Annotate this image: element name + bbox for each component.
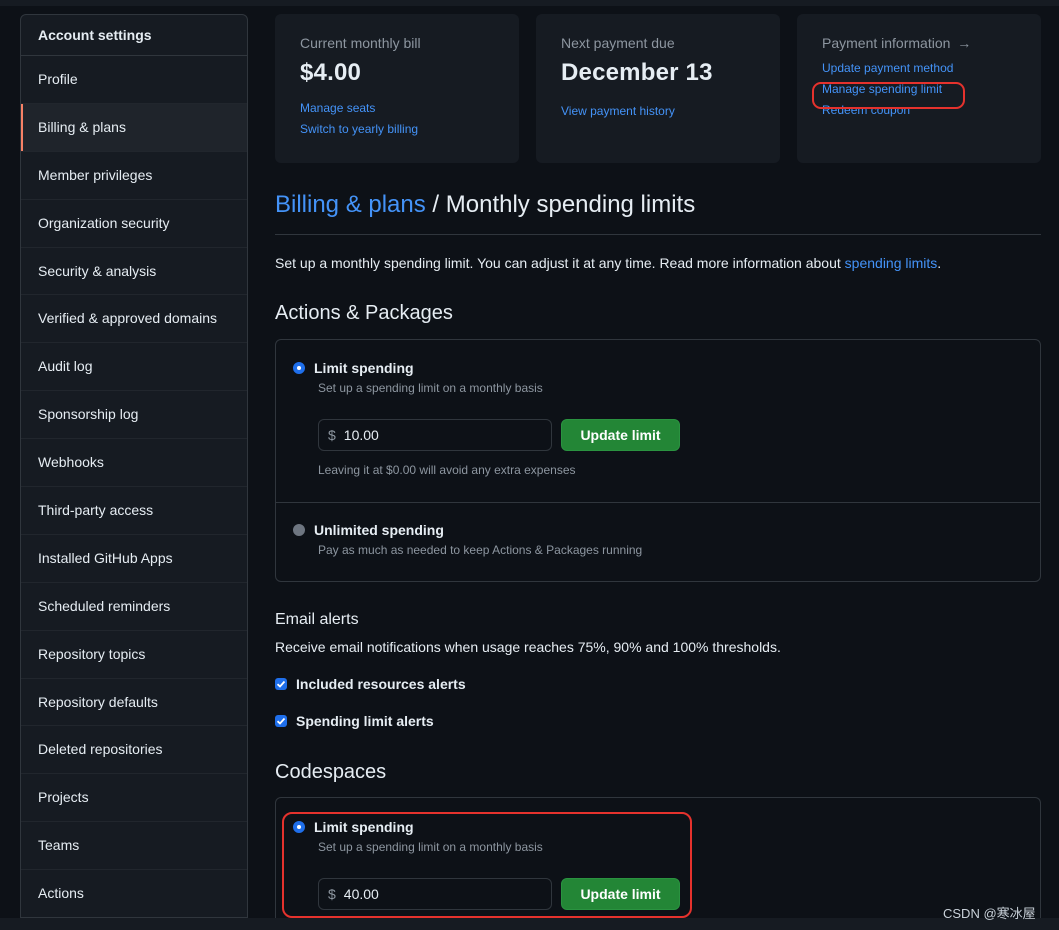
sidebar-item-audit-log[interactable]: Audit log bbox=[21, 343, 247, 392]
sidebar-item-billing-plans[interactable]: Billing & plans bbox=[21, 103, 247, 152]
sidebar-item-organization-security[interactable]: Organization security bbox=[21, 200, 247, 248]
settings-sidebar: Account settings Profile Billing & plans… bbox=[20, 14, 248, 918]
sidebar-item-teams[interactable]: Teams bbox=[21, 822, 247, 871]
sidebar-item-repository-topics[interactable]: Repository topics bbox=[21, 631, 247, 679]
spending-limit-amount-value: 10.00 bbox=[343, 427, 379, 443]
spending-limit-alerts-checkbox[interactable] bbox=[275, 715, 287, 727]
sidebar-item-third-party-access[interactable]: Third-party access bbox=[21, 487, 247, 535]
payment-information-title[interactable]: Payment information → bbox=[822, 35, 1016, 51]
sidebar-item-projects[interactable]: Projects bbox=[21, 774, 247, 823]
codespaces-limit-spending-label[interactable]: Limit spending bbox=[314, 819, 414, 835]
spending-limits-link[interactable]: spending limits bbox=[845, 255, 938, 271]
checkmark-icon bbox=[276, 717, 286, 725]
spending-limit-note: Leaving it at $0.00 will avoid any extra… bbox=[318, 463, 576, 477]
unlimited-spending-label[interactable]: Unlimited spending bbox=[314, 522, 444, 538]
codespaces-box: Limit spending Set up a spending limit o… bbox=[275, 797, 1041, 918]
view-payment-history-link[interactable]: View payment history bbox=[561, 101, 755, 122]
sidebar-header: Account settings bbox=[21, 15, 247, 56]
sidebar-item-verified-domains[interactable]: Verified & approved domains bbox=[21, 295, 247, 344]
page-heading: Billing & plans / Monthly spending limit… bbox=[275, 191, 1041, 235]
email-alerts-desc: Receive email notifications when usage r… bbox=[275, 639, 781, 655]
option-divider bbox=[276, 502, 1040, 503]
limit-spending-radio[interactable] bbox=[293, 362, 305, 374]
bottom-edge bbox=[0, 918, 1059, 930]
actions-packages-heading: Actions & Packages bbox=[275, 302, 453, 324]
payment-information-label: Payment information bbox=[822, 35, 951, 51]
manage-spending-limit-link[interactable]: Manage spending limit bbox=[822, 79, 1016, 100]
current-bill-amount: $4.00 bbox=[300, 59, 362, 86]
sidebar-item-actions[interactable]: Actions bbox=[21, 870, 247, 917]
codespaces-limit-spending-radio[interactable] bbox=[293, 821, 305, 833]
sidebar-item-deleted-repositories[interactable]: Deleted repositories bbox=[21, 726, 247, 775]
next-payment-date: December 13 bbox=[561, 59, 713, 86]
included-resources-alerts-label[interactable]: Included resources alerts bbox=[296, 676, 466, 692]
watermark: CSDN @寒冰屋 bbox=[943, 906, 1036, 921]
sidebar-item-sponsorship-log[interactable]: Sponsorship log bbox=[21, 391, 247, 440]
sidebar-item-security-analysis[interactable]: Security & analysis bbox=[21, 248, 247, 296]
codespaces-update-limit-button[interactable]: Update limit bbox=[561, 878, 680, 910]
top-edge bbox=[0, 0, 1059, 6]
sidebar-item-scheduled-reminders[interactable]: Scheduled reminders bbox=[21, 583, 247, 631]
update-limit-button[interactable]: Update limit bbox=[561, 419, 680, 451]
sidebar-item-installed-apps[interactable]: Installed GitHub Apps bbox=[21, 535, 247, 583]
codespaces-limit-amount-value: 40.00 bbox=[343, 886, 379, 902]
breadcrumb-billing-plans-link[interactable]: Billing & plans bbox=[275, 191, 426, 218]
payment-information-card: Payment information → Update payment met… bbox=[797, 14, 1041, 163]
update-payment-method-link[interactable]: Update payment method bbox=[822, 58, 1016, 79]
sidebar-item-member-privileges[interactable]: Member privileges bbox=[21, 152, 247, 200]
unlimited-spending-desc: Pay as much as needed to keep Actions & … bbox=[318, 543, 643, 557]
page-title: Monthly spending limits bbox=[445, 191, 696, 218]
actions-packages-box: Limit spending Set up a spending limit o… bbox=[275, 339, 1041, 582]
redeem-coupon-link[interactable]: Redeem coupon bbox=[822, 100, 1016, 121]
codespaces-limit-amount-input[interactable]: $40.00 bbox=[318, 878, 552, 910]
next-payment-card: Next payment due December 13 View paymen… bbox=[536, 14, 780, 163]
checkmark-icon bbox=[276, 680, 286, 688]
sidebar-item-profile[interactable]: Profile bbox=[21, 56, 247, 104]
spending-limit-alerts-label[interactable]: Spending limit alerts bbox=[296, 713, 434, 729]
included-resources-alerts-checkbox[interactable] bbox=[275, 678, 287, 690]
switch-yearly-billing-link[interactable]: Switch to yearly billing bbox=[300, 119, 494, 140]
page-intro: Set up a monthly spending limit. You can… bbox=[275, 255, 941, 271]
sidebar-item-webhooks[interactable]: Webhooks bbox=[21, 439, 247, 488]
current-bill-title: Current monthly bill bbox=[300, 35, 421, 51]
currency-symbol: $ bbox=[328, 427, 336, 443]
current-bill-card: Current monthly bill $4.00 Manage seats … bbox=[275, 14, 519, 163]
currency-symbol: $ bbox=[328, 886, 336, 902]
unlimited-spending-radio[interactable] bbox=[293, 524, 305, 536]
arrow-right-icon: → bbox=[957, 35, 972, 51]
intro-text: Set up a monthly spending limit. You can… bbox=[275, 255, 841, 271]
manage-seats-link[interactable]: Manage seats bbox=[300, 98, 494, 119]
breadcrumb-separator: / bbox=[432, 191, 440, 218]
codespaces-limit-spending-desc: Set up a spending limit on a monthly bas… bbox=[318, 840, 543, 854]
spending-limit-amount-input[interactable]: $10.00 bbox=[318, 419, 552, 451]
limit-spending-label[interactable]: Limit spending bbox=[314, 360, 414, 376]
email-alerts-heading: Email alerts bbox=[275, 611, 359, 628]
next-payment-title: Next payment due bbox=[561, 35, 675, 51]
limit-spending-desc: Set up a spending limit on a monthly bas… bbox=[318, 381, 543, 395]
sidebar-item-repository-defaults[interactable]: Repository defaults bbox=[21, 679, 247, 727]
intro-end: . bbox=[937, 255, 942, 271]
codespaces-heading: Codespaces bbox=[275, 761, 387, 783]
